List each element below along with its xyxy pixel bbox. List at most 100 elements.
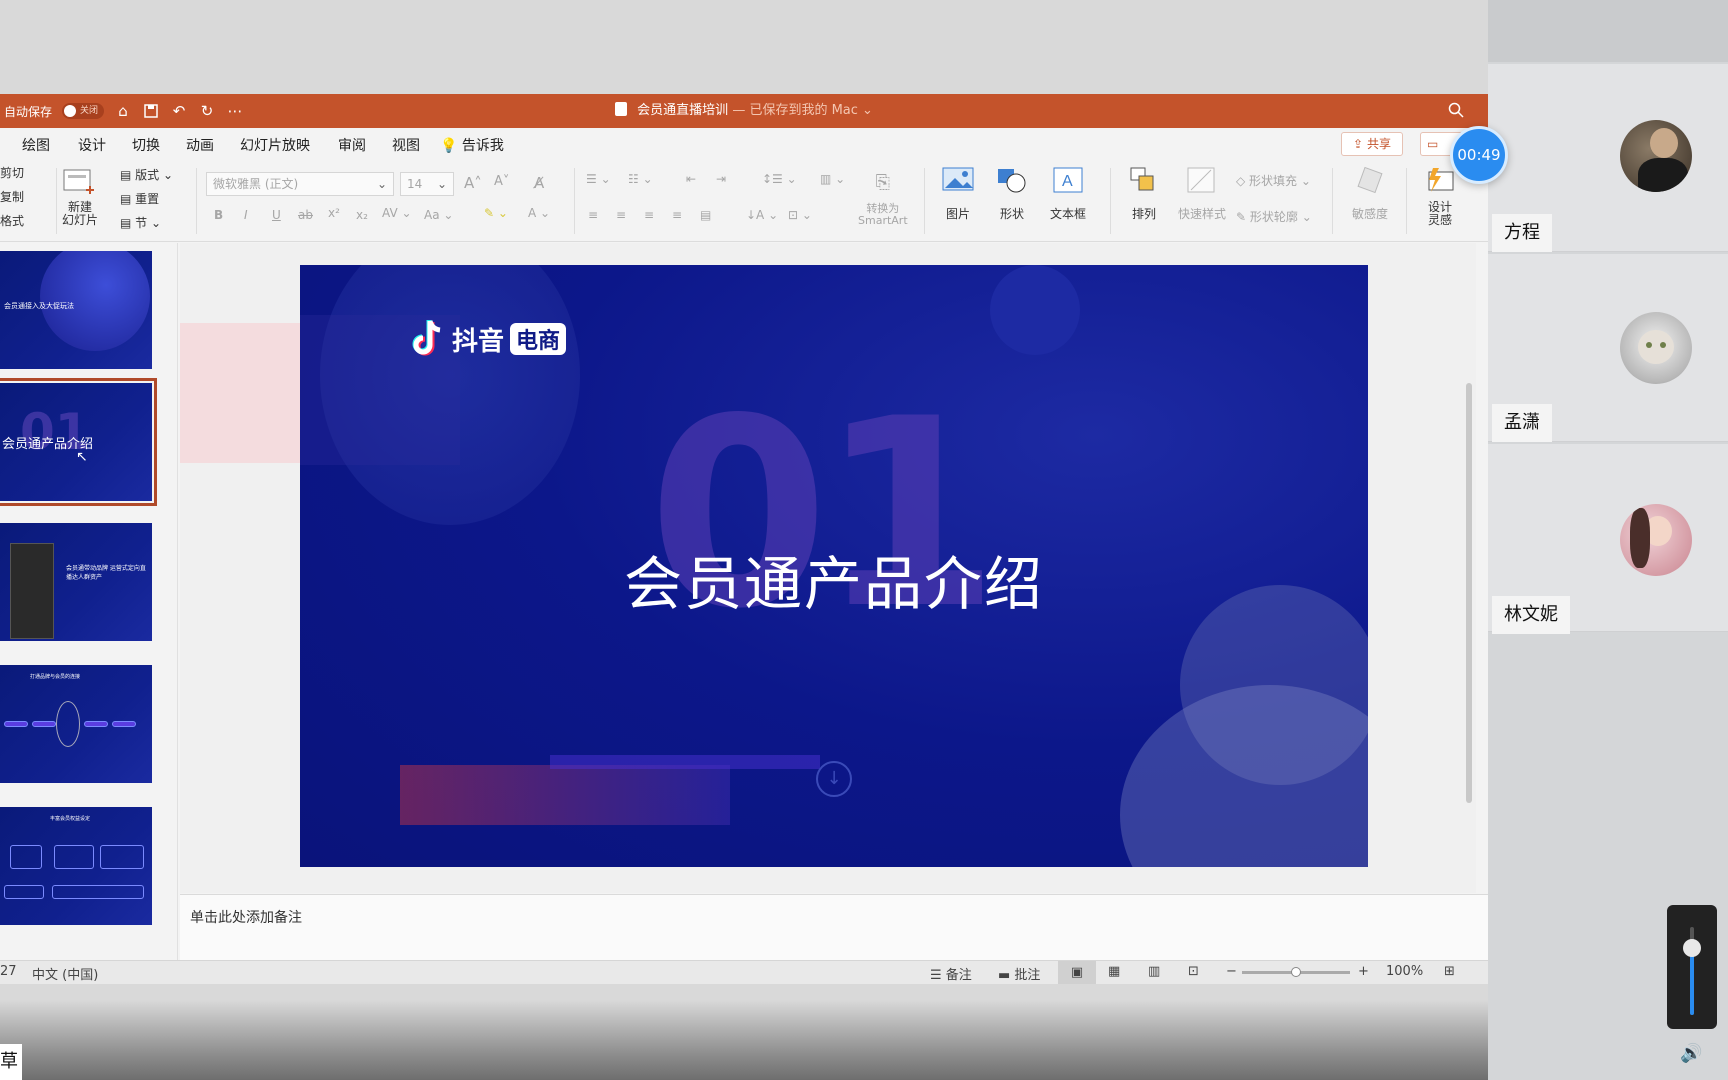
new-slide-button[interactable]: 新建 幻灯片 [62,166,98,227]
zoom-out-icon[interactable]: − [1226,964,1237,979]
zoom-level[interactable]: 100% [1386,964,1423,979]
slide-sorter-icon[interactable]: ▦ [1108,964,1120,979]
current-slide[interactable]: 01 抖音 电商 会员通产品介绍 ↓ [300,265,1368,867]
tell-me-search[interactable]: 💡 告诉我 [440,135,504,155]
thumb-cycle [56,701,80,747]
line-spacing-icon[interactable]: ↕☰ ⌄ [762,172,797,186]
section-button[interactable]: ▤ 节 ⌄ [120,214,161,231]
notes-pane[interactable]: 单击此处添加备注 [180,894,1488,960]
language-indicator[interactable]: 中文 (中国) [32,964,98,983]
tab-animations[interactable]: 动画 [186,135,214,155]
char-spacing-icon[interactable]: AV ⌄ [382,206,412,220]
tab-slideshow[interactable]: 幻灯片放映 [240,135,310,155]
corner-text: 草 [0,1044,22,1080]
bold-icon[interactable]: B [214,208,223,222]
reading-view-icon[interactable]: ▥ [1148,964,1160,979]
zoom-slider-knob[interactable] [1291,967,1301,977]
layout-button[interactable]: ▤ 版式 ⌄ [120,166,173,183]
numbering-icon[interactable]: ☷ ⌄ [628,172,653,186]
notes-toggle[interactable]: ☰ 备注 [930,964,972,983]
fit-slide-icon[interactable]: ⊞ [1444,964,1455,979]
slide-editing-area: 01 抖音 电商 会员通产品介绍 ↓ [180,243,1476,893]
participant-tile[interactable]: 方程 [1488,64,1728,252]
indent-icon[interactable]: ⇥ [716,172,726,186]
font-name-value: 微软雅黑 (正文) [213,177,299,191]
zoom-slider[interactable] [1242,967,1350,977]
outdent-icon[interactable]: ⇤ [686,172,696,186]
comments-toggle[interactable]: ▬ 批注 [998,964,1040,983]
slide-thumbnail-4[interactable]: 打通品牌与会员的连接 [0,665,152,783]
reset-button[interactable]: ▤ 重置 [120,190,159,207]
align-left-icon[interactable]: ≡ [588,208,598,222]
shrink-font-icon[interactable]: A˅ [494,174,509,189]
grow-font-icon[interactable]: A˄ [464,174,482,192]
arrange-button[interactable]: 排列 [1122,166,1166,222]
slide-thumbnail-3[interactable]: 会员通带动品牌 运营式定向直播达人群资产 [0,523,152,641]
slide-thumbnail-5[interactable]: 丰富会员权益设定 [0,807,152,925]
sensitivity-button[interactable]: 敏感度 [1344,166,1396,222]
convert-smartart-button[interactable]: ⎘ 转换为 SmartArt [858,172,908,227]
slide-decoration-bar [400,765,730,825]
justify-icon[interactable]: ≡ [672,208,682,222]
font-size-select[interactable]: 14 ⌄ [400,172,454,196]
volume-knob[interactable] [1683,939,1701,957]
tab-review[interactable]: 审阅 [338,135,366,155]
columns-icon[interactable]: ▥ ⌄ [820,172,845,186]
clear-format-icon[interactable]: A̸ [534,174,544,192]
distribute-icon[interactable]: ▤ [700,208,711,222]
tab-view[interactable]: 视图 [392,135,420,155]
strikethrough-icon[interactable]: ab [298,208,313,222]
slide-thumbnail-1[interactable]: 会员通接入及大促玩法 [0,251,152,369]
italic-icon[interactable]: I [244,208,248,222]
normal-view-icon[interactable]: ▣ [1058,961,1096,984]
vertical-scrollbar[interactable] [1466,383,1472,803]
align-text-icon[interactable]: ⊡ ⌄ [788,208,812,222]
shape-outline-button[interactable]: ✎ 形状轮廓 ⌄ [1236,208,1312,225]
zoom-in-icon[interactable]: + [1358,964,1369,979]
divider [574,168,575,234]
participant-tile[interactable]: 林文妮 [1488,444,1728,634]
textbox-button[interactable]: A 文本框 [1046,166,1090,222]
picture-button[interactable]: 图片 [936,166,980,222]
tab-draw[interactable]: 绘图 [22,135,50,155]
share-icon: ⇪ [1353,137,1364,151]
douyin-logo-icon [412,320,441,356]
font-color-icon[interactable]: A ⌄ [528,206,550,220]
slide-thumbnail-2-selected[interactable]: 01 会员通产品介绍 ↖ [0,378,157,506]
tab-design[interactable]: 设计 [78,135,106,155]
thumb-box [4,721,28,727]
speaker-icon[interactable]: 🔊 [1680,1043,1702,1064]
share-button[interactable]: ⇪ 共享 [1341,132,1403,156]
underline-icon[interactable]: U [272,208,281,222]
shape-fill-button[interactable]: ◇ 形状填充 ⌄ [1236,172,1311,189]
search-icon[interactable] [1448,102,1466,120]
align-right-icon[interactable]: ≡ [644,208,654,222]
shape-button[interactable]: 形状 [990,166,1034,222]
designer-button[interactable]: 设计 灵感 [1418,166,1462,227]
title-bar: 自动保存 关闭 ⌂ ↶ ↻ ⋯ 会员通直播培训 — 已保存到我的 Mac ⌄ [0,94,1488,128]
tab-transitions[interactable]: 切换 [132,135,160,155]
text-direction-icon[interactable]: ↓A ⌄ [746,208,778,222]
sensitivity-label: 敏感度 [1351,207,1388,221]
volume-popup[interactable] [1667,905,1717,1029]
divider [56,168,57,234]
reset-label: 重置 [135,192,160,206]
copy-button[interactable]: 复制 [0,188,24,205]
align-center-icon[interactable]: ≡ [616,208,626,222]
quick-styles-button[interactable]: 快速样式 [1176,166,1228,222]
ribbon: 剪切 复制 格式 新建 幻灯片 ▤ 版式 ⌄ ▤ 重置 ▤ 节 ⌄ 微软雅黑 (… [0,158,1488,242]
subscript-icon[interactable]: x₂ [356,208,368,222]
share-label: 共享 [1366,137,1391,151]
smartart-icon: ⎘ [875,172,891,193]
cut-button[interactable]: 剪切 [0,164,24,181]
bullets-icon[interactable]: ☰ ⌄ [586,172,611,186]
change-case-icon[interactable]: Aa ⌄ [424,208,453,222]
slide-title[interactable]: 会员通产品介绍 [300,537,1368,621]
status-bar: 27 中文 (中国) ☰ 备注 ▬ 批注 ▣ ▦ ▥ ⊡ − + 100% ⊞ [0,960,1488,984]
slideshow-view-icon[interactable]: ⊡ [1188,964,1199,979]
font-name-select[interactable]: 微软雅黑 (正文) ⌄ [206,172,394,196]
participant-tile[interactable]: 孟潇 [1488,254,1728,442]
highlight-icon[interactable]: ✎ ⌄ [484,206,508,220]
superscript-icon[interactable]: x² [328,206,340,220]
format-painter-button[interactable]: 格式 [0,212,24,229]
